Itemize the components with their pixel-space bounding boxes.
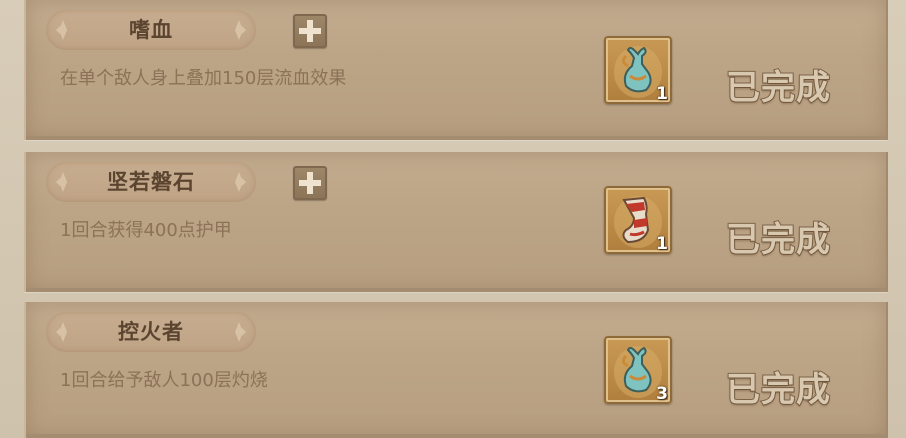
ornament-icon [235, 172, 246, 192]
achievement-title-banner: 控火者 [46, 312, 256, 352]
reward-count: 3 [656, 384, 668, 404]
expand-button[interactable] [293, 14, 327, 48]
achievement-title-banner: 嗜血 [46, 10, 256, 50]
achievement-description: 1回合获得400点护甲 [60, 220, 232, 241]
plus-icon [299, 172, 321, 194]
status-label: 已完成 [725, 369, 831, 411]
ornament-icon [235, 20, 246, 40]
status-label: 已完成 [725, 67, 831, 109]
achievement-card: 嗜血 在单个敌人身上叠加150层流血效果 1 已完成 [24, 0, 888, 140]
reward-item[interactable]: 1 [604, 186, 672, 254]
plus-icon [299, 20, 321, 42]
reward-item[interactable]: 1 [604, 36, 672, 104]
achievement-title: 坚若磐石 [107, 170, 195, 194]
achievement-description: 在单个敌人身上叠加150层流血效果 [60, 68, 347, 89]
reward-count: 1 [656, 84, 668, 104]
achievement-description: 1回合给予敌人100层灼烧 [60, 370, 268, 391]
status-label: 已完成 [725, 219, 831, 261]
reward-item[interactable]: 3 [604, 336, 672, 404]
reward-count: 1 [656, 234, 668, 254]
ornament-icon [235, 322, 246, 342]
achievement-card: 控火者 1回合给予敌人100层灼烧 3 已完成 [24, 302, 888, 438]
achievement-title: 嗜血 [129, 18, 173, 42]
expand-button[interactable] [293, 166, 327, 200]
achievement-title-banner: 坚若磐石 [46, 162, 256, 202]
achievement-list: 嗜血 在单个敌人身上叠加150层流血效果 1 已完成 坚若磐石 1回合获得400… [0, 0, 906, 438]
achievement-title: 控火者 [118, 320, 184, 344]
achievement-card: 坚若磐石 1回合获得400点护甲 1 已完成 [24, 152, 888, 292]
